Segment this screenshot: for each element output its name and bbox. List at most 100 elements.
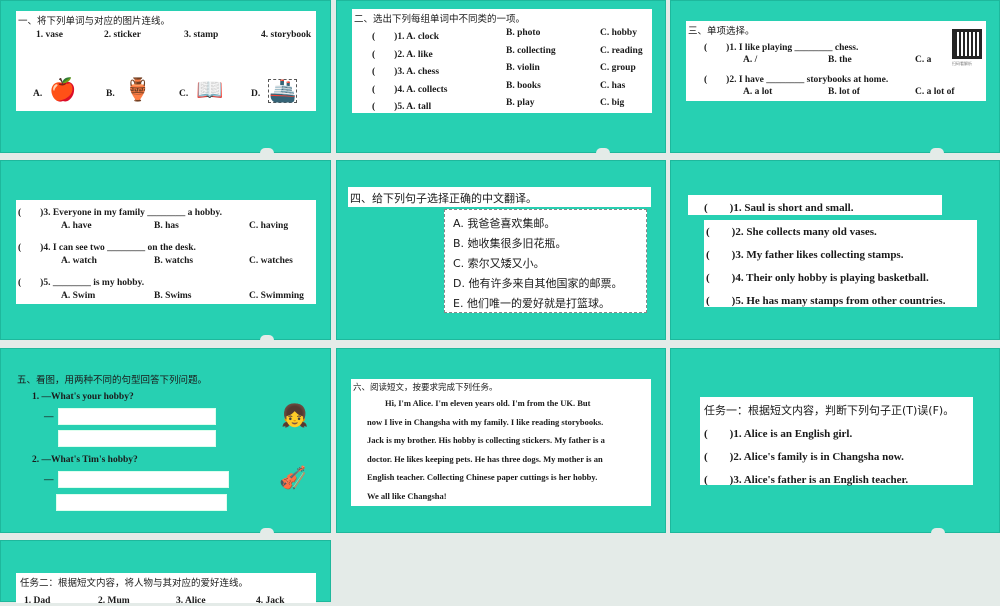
slide-content: ( )3. Everyone in my family ________ a h… [16,200,316,304]
slide-2-thumbnail[interactable]: 二、选出下列每组单词中不同类的一项。 ( )1. A. clock B. phot… [336,0,666,153]
option: A. a lot [743,87,773,97]
option: A. Swim [61,291,96,301]
section-title: 一、将下列单词与对应的图片连线。 [18,16,171,27]
option: A. have [61,221,92,231]
picture-label: A. [33,89,43,99]
slide-7-thumbnail[interactable]: 五、看图，用两种不同的句型回答下列问题。 1. —What's your hob… [0,348,331,533]
option: B. photo [506,28,541,38]
option: E. 他们唯一的爱好就是打篮球。 [453,297,610,310]
passage-line: We all like Changsha! [367,491,447,501]
option: C. big [600,98,625,108]
statement: ( )2. Alice's family is in Changsha now. [704,451,904,463]
dash: — [44,475,54,485]
option: B. 她收集很多旧花瓶。 [453,237,567,250]
question: ( )4. I can see two ________ on the desk… [18,243,196,253]
option: B. collecting [506,46,556,56]
nav-tab [930,148,944,153]
passage-line: Hi, I'm Alice. I'm eleven years old. I'm… [385,398,591,408]
option: B. watchs [154,256,194,266]
slide-10-thumbnail[interactable]: 任务二：根据短文内容，将人物与其对应的爱好连线。 1. Dad 2. Mum 3… [0,540,331,606]
option: C. watches [249,256,293,266]
answer-input[interactable] [56,494,227,511]
slide-8-thumbnail[interactable]: 六、阅读短文，按要求完成下列任务。 Hi, I'm Alice. I'm ele… [336,348,666,533]
option: C. group [600,63,636,73]
question: ( )5. ________ is my hobby. [18,278,145,288]
slide-content: 一、将下列单词与对应的图片连线。 1. vase 2. sticker 3. s… [16,11,316,111]
section-title: 二、选出下列每组单词中不同类的一项。 [354,14,526,25]
slide-content: 任务二：根据短文内容，将人物与其对应的爱好连线。 1. Dad 2. Mum 3… [16,573,316,606]
slide-6-thumbnail[interactable]: ( )1. Saul is short and small. ( )2. She… [670,160,1000,340]
option: B. play [506,98,535,108]
apple-icon: 🍎 [49,77,77,102]
word: 3. stamp [184,30,219,40]
option: D. 他有许多来自其他国家的邮票。 [453,277,623,290]
question: 2. —What's Tim's hobby? [32,455,138,465]
storybook-icon: 📖 [196,77,224,102]
section-title: 四、给下列句子选择正确的中文翻译。 [350,192,537,205]
person: 2. Mum [98,596,130,606]
statement-box: ( )2. She collects many old vases. ( )3.… [704,220,977,307]
question: ( )3. A. chess [372,67,440,77]
question: ( )1. A. clock [372,32,440,42]
question: ( )2. I have ________ storybooks at home… [704,75,889,85]
stamp-icon: 🚢 [268,78,298,103]
answer-input[interactable] [58,430,216,447]
question: 1. —What's your hobby? [32,392,134,402]
qr-caption: 扫码看解析 [952,61,972,66]
option: B. violin [506,63,540,73]
answer-input[interactable] [58,408,216,425]
statement: ( )4. Their only hobby is playing basket… [706,272,929,284]
option: C. a lot of [915,87,955,97]
option: C. a [915,55,932,65]
question: ( )4. A. collects [372,85,448,95]
picture-label: B. [106,89,115,99]
slide-content: 二、选出下列每组单词中不同类的一项。 ( )1. A. clock B. phot… [352,9,652,113]
slide-3-thumbnail[interactable]: 三、单项选择。 ( )1. I like playing ________ ch… [670,0,1000,153]
slide-title-box: 四、给下列句子选择正确的中文翻译。 [348,187,651,207]
option: B. the [828,55,852,65]
slide-9-thumbnail[interactable]: 任务一：根据短文内容，判断下列句子正(T)误(F)。 ( )1. Alice i… [670,348,1000,533]
option: B. Swims [154,291,192,301]
picture-label: C. [179,89,189,99]
vase-icon: 🏺 [124,77,152,102]
option: A. watch [61,256,97,266]
option: C. reading [600,46,643,56]
question: ( )2. A. like [372,50,433,60]
boy-violin-icon: 🎻 [279,465,307,490]
person: 3. Alice [176,596,206,606]
slide-content: 三、单项选择。 ( )1. I like playing ________ ch… [686,21,986,101]
statement: ( )3. My father likes collecting stamps. [706,249,904,261]
slide-5-thumbnail[interactable]: 四、给下列句子选择正确的中文翻译。 A. 我爸爸喜欢集邮。 B. 她收集很多旧花… [336,160,666,340]
section-title: 三、单项选择。 [688,26,755,37]
girl-stamp-collecting-icon: 👧 [281,403,309,428]
section-title: 任务二：根据短文内容，将人物与其对应的爱好连线。 [20,578,249,589]
passage-line: now I live in Changsha with my family. I… [367,417,604,427]
answer-input[interactable] [58,471,229,488]
nav-tab [596,148,610,153]
nav-tab [931,528,945,533]
option: A. 我爸爸喜欢集邮。 [453,217,556,230]
word: 2. sticker [104,30,141,40]
passage-line: Jack is my brother. His hobby is collect… [367,435,605,445]
option: B. has [154,221,179,231]
passage-line: doctor. He likes keeping pets. He has th… [367,454,603,464]
option: C. 索尔又矮又小。 [453,257,545,270]
option: C. hobby [600,28,637,38]
section-title: 任务一：根据短文内容，判断下列句子正(T)误(F)。 [704,404,955,417]
qr-code-icon[interactable] [952,29,982,59]
translation-options: A. 我爸爸喜欢集邮。 B. 她收集很多旧花瓶。 C. 索尔又矮又小。 D. 他… [444,209,647,313]
dash: — [44,412,54,422]
slide-4-thumbnail[interactable]: ( )3. Everyone in my family ________ a h… [0,160,331,340]
question: ( )5. A. tall [372,102,432,112]
person: 4. Jack [256,596,285,606]
option: A. / [743,55,758,65]
statement: ( )1. Saul is short and small. [704,202,854,214]
word: 1. vase [36,30,63,40]
slide-content: 任务一：根据短文内容，判断下列句子正(T)误(F)。 ( )1. Alice i… [700,397,973,486]
option: C. having [249,221,289,231]
statement: ( )3. Alice's father is an English teach… [704,474,909,486]
question: ( )3. Everyone in my family ________ a h… [18,208,222,218]
section-title: 六、阅读短文，按要求完成下列任务。 [353,383,498,393]
slide-1-thumbnail[interactable]: 一、将下列单词与对应的图片连线。 1. vase 2. sticker 3. s… [0,0,331,153]
passage-line: English teacher. Collecting Chinese pape… [367,472,598,482]
